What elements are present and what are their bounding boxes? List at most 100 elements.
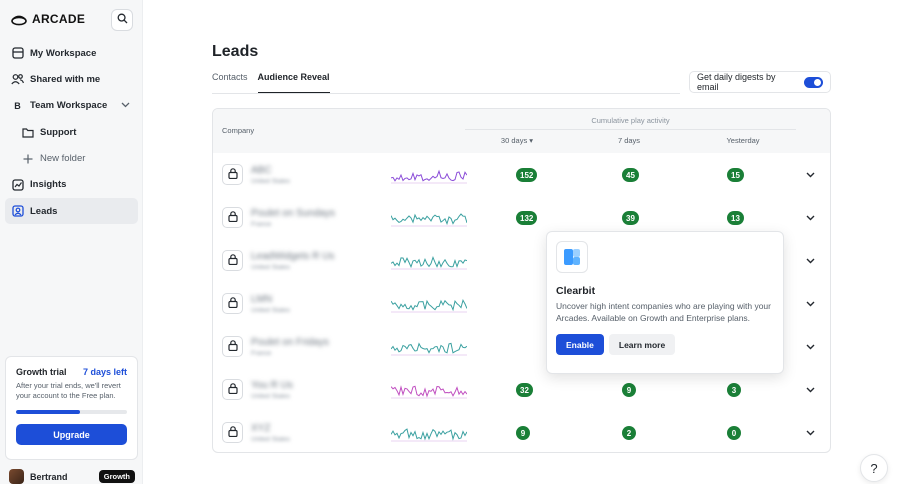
upgrade-button[interactable]: Upgrade (16, 424, 127, 445)
sidebar-item-label: New folder (40, 153, 86, 165)
search-button[interactable] (111, 9, 133, 31)
activity-count-badge: 9 (622, 383, 636, 397)
lock-button[interactable] (222, 164, 243, 185)
page-title: Leads (212, 43, 259, 60)
table-row[interactable]: You R Us United States 32 9 3 (213, 368, 830, 411)
expand-row-chevron-icon[interactable] (804, 298, 816, 310)
sidebar-item-team-workspace[interactable]: B Team Workspace (5, 93, 138, 119)
lock-icon (227, 295, 238, 313)
user-name: Bertrand (30, 471, 68, 482)
trial-card: Growth trial 7 days left After your tria… (5, 356, 138, 460)
lock-icon (227, 209, 238, 227)
activity-group-header: Cumulative play activity (465, 116, 796, 130)
expand-row-chevron-icon[interactable] (804, 169, 816, 181)
sidebar-item-label: Shared with me (30, 73, 101, 85)
activity-sparkline (391, 385, 467, 399)
clearbit-logo-icon (556, 241, 588, 273)
chart-icon (11, 178, 24, 191)
sidebar-item-label: Leads (30, 205, 58, 217)
activity-sparkline (391, 255, 467, 270)
sidebar-item-shared[interactable]: Shared with me (5, 66, 138, 92)
sidebar-item-leads[interactable]: Leads (5, 198, 138, 225)
company-location: United States (251, 264, 291, 271)
digest-toggle[interactable] (804, 76, 823, 88)
lock-button[interactable] (222, 250, 243, 271)
lock-button[interactable] (222, 379, 243, 400)
expand-row-chevron-icon[interactable] (804, 427, 816, 439)
app-logo[interactable]: ARCADE (11, 12, 85, 26)
activity-count-badge: 39 (622, 211, 639, 225)
plus-icon (21, 152, 34, 165)
trial-title: Growth trial (16, 367, 67, 377)
sidebar-item-label: Team Workspace (30, 100, 108, 112)
users-icon (11, 73, 24, 86)
company-location: France (251, 221, 272, 228)
enable-button[interactable]: Enable (556, 334, 604, 355)
user-menu[interactable]: Bertrand Growth (9, 469, 135, 484)
sidebar-item-new-folder[interactable]: New folder (5, 146, 138, 172)
popover-title: Clearbit (556, 285, 596, 297)
activity-sparkline (391, 428, 467, 442)
digest-toggle-box[interactable]: Get daily digests by email (689, 71, 831, 93)
company-name: ABC (251, 165, 272, 176)
company-location: United States (251, 178, 291, 185)
plan-badge: Growth (98, 470, 135, 483)
lock-icon (227, 338, 238, 356)
lock-icon (227, 424, 238, 442)
trial-progress-bar (16, 410, 127, 414)
expand-row-chevron-icon[interactable] (804, 341, 816, 353)
lock-button[interactable] (222, 293, 243, 314)
sidebar-item-label: Insights (30, 179, 67, 191)
activity-count-badge: 15 (727, 168, 744, 182)
company-name: LMN (251, 294, 273, 305)
activity-count-badge: 9 (516, 426, 530, 440)
team-badge: B (14, 100, 21, 111)
lock-button[interactable] (222, 207, 243, 228)
lock-button[interactable] (222, 336, 243, 357)
expand-row-chevron-icon[interactable] (804, 384, 816, 396)
trial-description: After your trial ends, we'll revert your… (16, 381, 121, 400)
activity-sparkline (391, 342, 467, 356)
col-30-days-header[interactable]: 30 days ▾ (487, 136, 547, 145)
learn-more-button[interactable]: Learn more (608, 334, 676, 355)
activity-sparkline (391, 213, 467, 227)
col-label: 30 days (500, 136, 528, 145)
trial-progress-fill (16, 410, 81, 414)
sidebar-item-my-workspace[interactable]: My Workspace (5, 40, 138, 66)
activity-count-badge: 32 (516, 383, 533, 397)
company-location: United States (251, 393, 291, 400)
tabs: Contacts Audience Reveal (212, 72, 680, 94)
trial-days-left: 7 days left (82, 367, 127, 377)
lock-icon (227, 166, 238, 184)
tab-audience-reveal[interactable]: Audience Reveal (257, 72, 330, 93)
table-header: Company Cumulative play activity 30 days… (213, 109, 830, 153)
sidebar-item-label: My Workspace (30, 47, 97, 59)
chevron-down-icon[interactable] (121, 100, 130, 111)
lock-icon (227, 252, 238, 270)
popover-description: Uncover high intent companies who are pl… (556, 301, 771, 323)
company-location: United States (251, 307, 291, 314)
col-yesterday-header[interactable]: Yesterday (713, 136, 773, 145)
activity-count-badge: 2 (622, 426, 636, 440)
tab-contacts[interactable]: Contacts (212, 72, 248, 93)
digest-label: Get daily digests by email (697, 72, 776, 92)
activity-count-badge: 152 (516, 168, 538, 182)
main-content: Leads Contacts Audience Reveal Get daily… (143, 0, 900, 484)
sidebar-nav: My Workspace Shared with me B Team Works… (5, 40, 138, 225)
sidebar-item-support[interactable]: Support (5, 119, 138, 145)
user-circle-icon (11, 205, 24, 218)
activity-count-badge: 13 (727, 211, 744, 225)
company-column-header: Company (222, 126, 255, 135)
clearbit-popover: Clearbit Uncover high intent companies w… (546, 231, 784, 374)
activity-count-badge: 132 (516, 211, 538, 225)
activity-sparkline (391, 169, 467, 184)
table-row[interactable]: ABC United States 152 45 15 (213, 153, 830, 196)
table-row[interactable]: XYZ United States 9 2 0 (213, 411, 830, 452)
expand-row-chevron-icon[interactable] (804, 212, 816, 224)
lock-button[interactable] (222, 422, 243, 443)
expand-row-chevron-icon[interactable] (804, 255, 816, 267)
col-7-days-header[interactable]: 7 days (599, 136, 659, 145)
sidebar-item-label: Support (40, 126, 77, 138)
help-button[interactable]: ? (860, 454, 888, 482)
sidebar-item-insights[interactable]: Insights (5, 172, 138, 198)
